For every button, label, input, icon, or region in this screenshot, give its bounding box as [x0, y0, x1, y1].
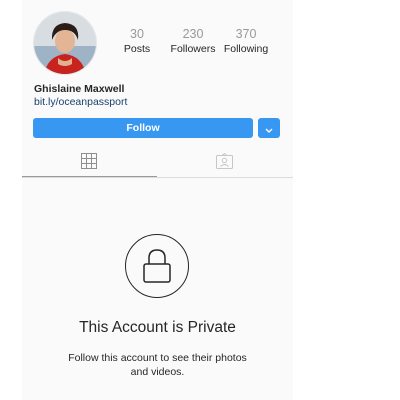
posts-label: Posts	[123, 43, 151, 55]
private-account-title: This Account is Private	[79, 319, 236, 336]
avatar-photo	[34, 12, 96, 74]
following-label: Following	[223, 43, 269, 55]
suggestions-dropdown-button[interactable]	[258, 118, 280, 138]
private-account-description: Follow this account to see their photos …	[68, 352, 247, 378]
tagged-photos-icon	[216, 153, 233, 169]
stat-followers[interactable]: 230 Followers	[163, 27, 223, 56]
following-count: 370	[235, 27, 257, 41]
followers-label: Followers	[170, 43, 216, 55]
profile-link[interactable]: bit.ly/oceanpassport	[34, 96, 127, 108]
posts-count: 30	[130, 27, 144, 41]
avatar[interactable]	[33, 11, 97, 75]
stat-following[interactable]: 370 Following	[216, 27, 276, 56]
profile-name: Ghislaine Maxwell	[34, 83, 125, 95]
private-lock-badge	[125, 234, 189, 298]
profile-stats: 30 Posts 230 Followers 370 Following	[117, 27, 283, 57]
lock-icon	[143, 249, 171, 283]
tab-tagged[interactable]	[157, 146, 292, 176]
stat-posts[interactable]: 30 Posts	[107, 27, 167, 56]
followers-count: 230	[182, 27, 204, 41]
profile-screen: 30 Posts 230 Followers 370 Following Ghi…	[22, 0, 293, 400]
tab-grid[interactable]	[22, 146, 157, 177]
follow-button[interactable]: Follow	[33, 118, 253, 138]
profile-tabs	[22, 146, 293, 178]
grid-icon	[81, 153, 97, 169]
chevron-down-icon	[265, 128, 273, 133]
